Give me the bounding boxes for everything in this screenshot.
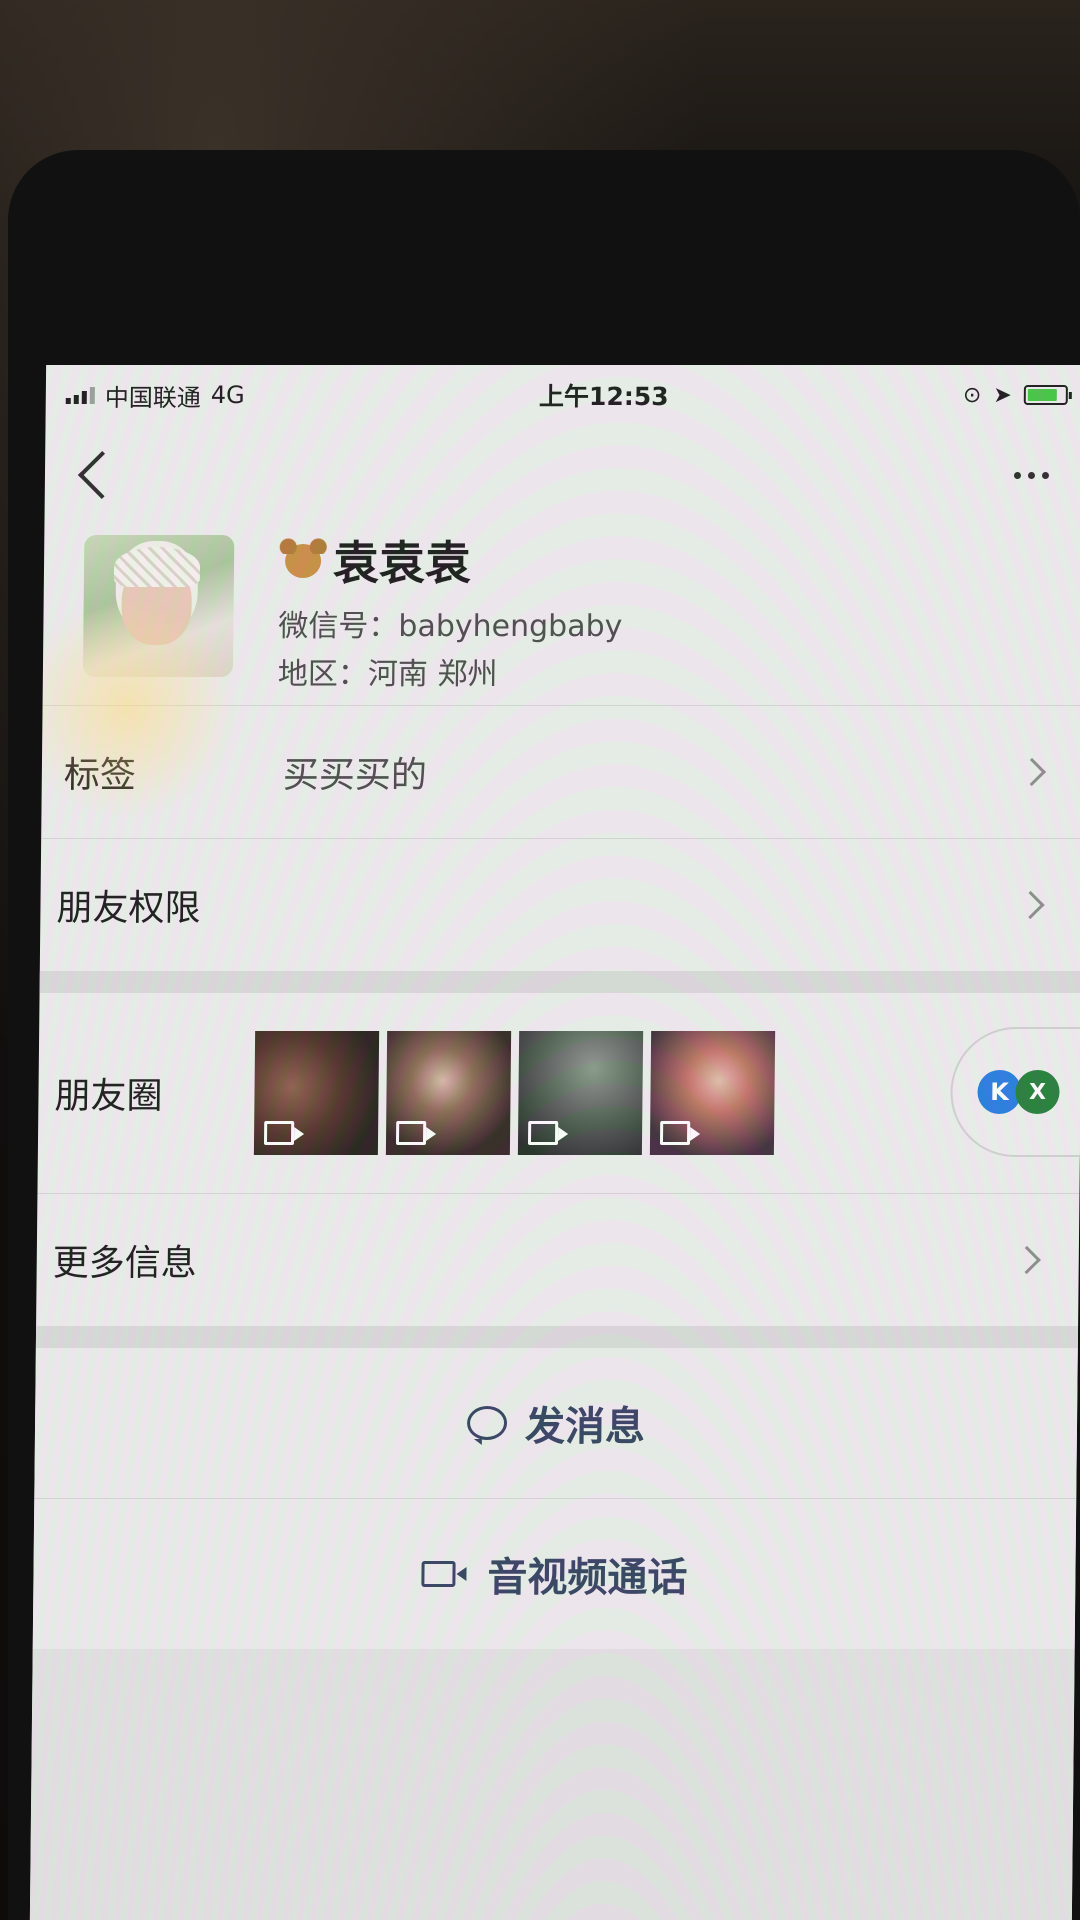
- chevron-right-icon: [1012, 1245, 1041, 1275]
- moments-thumbnail[interactable]: [517, 1031, 644, 1155]
- more-info-label: 更多信息: [52, 1243, 197, 1284]
- clock: 上午12:53: [538, 382, 669, 411]
- region-label: 地区：: [277, 657, 369, 692]
- location-icon: ➤: [993, 382, 1012, 408]
- status-bar: 中国联通 4G 上午12:53 ⊙ ➤: [46, 365, 1080, 425]
- profile-name: 袁袁袁: [332, 536, 472, 590]
- send-message-label: 发消息: [524, 1404, 646, 1450]
- network-type: 4G: [210, 381, 245, 409]
- section-gap: [39, 971, 1080, 993]
- chevron-right-icon: [1016, 890, 1045, 920]
- video-call-button[interactable]: 音视频通话: [32, 1499, 1077, 1649]
- wechat-id: babyhengbaby: [398, 609, 623, 644]
- video-icon: [421, 1561, 456, 1587]
- phone-screen: 中国联通 4G 上午12:53 ⊙ ➤ 袁袁袁 微信号：babyhengbaby: [29, 365, 1080, 1920]
- send-message-button[interactable]: 发消息: [34, 1348, 1078, 1498]
- wechat-id-label: 微信号：: [278, 609, 399, 644]
- signal-icon: [65, 386, 95, 404]
- moments-thumbnail[interactable]: [385, 1031, 512, 1155]
- region-value: 河南 郑州: [367, 657, 498, 692]
- moments-row[interactable]: 朋友圈 K X: [37, 993, 1080, 1193]
- profile-header: 袁袁袁 微信号：babyhengbaby 地区：河南 郑州: [43, 525, 1080, 705]
- battery-icon: [1023, 385, 1068, 405]
- tags-row[interactable]: 标签 买买买的: [41, 706, 1080, 838]
- video-call-label: 音视频通话: [487, 1555, 688, 1601]
- tags-label: 标签: [63, 755, 137, 796]
- region-line: 地区：河南 郑州: [278, 651, 622, 699]
- moments-label: 朋友圈: [54, 1076, 163, 1117]
- video-icon: [659, 1121, 691, 1145]
- video-icon: [263, 1121, 295, 1145]
- more-info-row[interactable]: 更多信息: [36, 1194, 1079, 1326]
- video-icon: [527, 1121, 559, 1145]
- permissions-row[interactable]: 朋友权限: [40, 839, 1080, 971]
- bear-icon: [279, 538, 327, 582]
- moments-thumbnail[interactable]: [253, 1031, 380, 1155]
- chat-icon: [466, 1406, 508, 1440]
- empty-area: [29, 1649, 1075, 1920]
- carrier-name: 中国联通: [104, 383, 201, 412]
- wechat-id-line: 微信号：babyhengbaby: [278, 603, 622, 651]
- moments-thumbnails: [253, 1031, 1051, 1155]
- video-icon: [395, 1121, 427, 1145]
- more-icon[interactable]: [1013, 471, 1050, 479]
- floating-app-badge[interactable]: K X: [949, 1027, 1080, 1157]
- x-app-icon: X: [1015, 1070, 1060, 1114]
- rotation-lock-icon: ⊙: [962, 382, 982, 408]
- avatar[interactable]: [82, 535, 235, 677]
- nav-bar: [44, 425, 1080, 525]
- tags-value: 买买买的: [282, 755, 428, 796]
- back-icon[interactable]: [77, 450, 127, 500]
- section-gap: [35, 1326, 1079, 1348]
- moments-thumbnail[interactable]: [649, 1031, 776, 1155]
- permissions-label: 朋友权限: [56, 888, 201, 929]
